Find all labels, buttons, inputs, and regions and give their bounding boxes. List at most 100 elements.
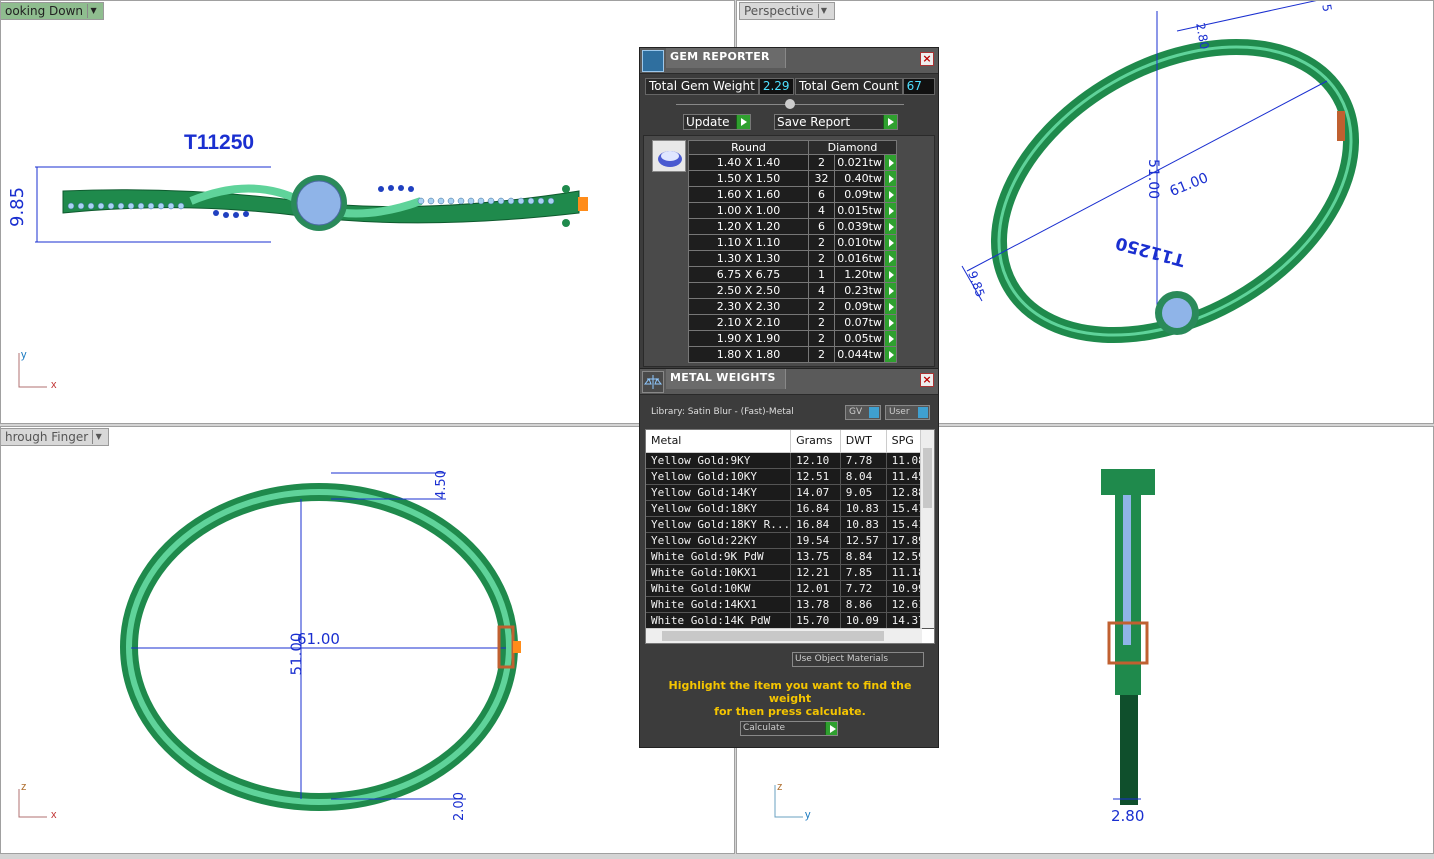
play-icon[interactable]	[884, 282, 897, 299]
save-report-button[interactable]: Save Report	[774, 114, 898, 130]
gem-row[interactable]: 1.60 X 1.60 6 0.09tw	[688, 186, 897, 203]
gem-row[interactable]: 2.10 X 2.10 2 0.07tw	[688, 314, 897, 331]
metal-row[interactable]: White Gold:14KX1 13.78 8.86 12.61	[646, 596, 934, 613]
play-icon[interactable]	[884, 250, 897, 267]
metal-name: White Gold:10KW	[646, 580, 792, 597]
axis-x-label: x	[51, 809, 57, 821]
metal-name: Yellow Gold:10KY	[646, 468, 792, 485]
gem-size: 1.10 X 1.10	[688, 234, 809, 251]
gem-row[interactable]: 1.50 X 1.50 32 0.40tw	[688, 170, 897, 187]
slider-handle[interactable]	[785, 99, 795, 109]
gem-count: 4	[808, 202, 835, 219]
play-icon[interactable]	[884, 186, 897, 203]
metal-dwt: 10.09	[840, 612, 887, 629]
gem-row[interactable]: 1.30 X 1.30 2 0.016tw	[688, 250, 897, 267]
metal-name: Yellow Gold:22KY	[646, 532, 792, 549]
metal-row[interactable]: White Gold:10KW 12.01 7.72 10.99	[646, 580, 934, 597]
axis-z-label: z	[21, 781, 27, 793]
gem-row[interactable]: 1.80 X 1.80 2 0.044tw	[688, 346, 897, 363]
metal-dwt: 8.86	[840, 596, 887, 613]
gem-count: 2	[808, 346, 835, 363]
gem-row[interactable]: 1.10 X 1.10 2 0.010tw	[688, 234, 897, 251]
metal-grams: 13.78	[790, 596, 841, 613]
column-header-metal[interactable]: Metal	[646, 430, 792, 453]
metal-row[interactable]: Yellow Gold:18KY 16.84 10.83 15.41	[646, 500, 934, 517]
metal-row[interactable]: Yellow Gold:22KY 19.54 12.57 17.89	[646, 532, 934, 549]
column-header-grams[interactable]: Grams	[790, 430, 841, 453]
play-icon[interactable]	[884, 330, 897, 347]
user-toggle[interactable]: User	[885, 405, 930, 420]
metal-weights-header[interactable]: METAL WEIGHTS ×	[640, 369, 938, 395]
gem-weight: 0.039tw	[834, 218, 885, 235]
play-icon[interactable]	[884, 266, 897, 283]
dimension-bottom: 2.00	[451, 792, 467, 821]
metal-dwt: 7.78	[840, 452, 887, 469]
update-button[interactable]: Update	[683, 114, 751, 130]
close-icon[interactable]: ×	[920, 373, 934, 387]
calculate-label: Calculate	[743, 723, 786, 733]
play-icon[interactable]	[884, 154, 897, 171]
gem-row[interactable]: 2.50 X 2.50 4 0.23tw	[688, 282, 897, 299]
gem-size: 2.30 X 2.30	[688, 298, 809, 315]
play-icon[interactable]	[884, 298, 897, 315]
gem-size: 1.00 X 1.00	[688, 202, 809, 219]
play-icon[interactable]	[884, 234, 897, 251]
gem-count: 2	[808, 154, 835, 171]
play-icon	[825, 722, 837, 735]
metal-row[interactable]: White Gold:10KX1 12.21 7.85 11.18	[646, 564, 934, 581]
play-icon[interactable]	[884, 202, 897, 219]
horizontal-scrollbar[interactable]	[646, 628, 922, 643]
gem-count: 6	[808, 218, 835, 235]
play-icon[interactable]	[884, 170, 897, 187]
gem-count: 6	[808, 186, 835, 203]
axis-y-label: y	[21, 349, 27, 361]
round-gem-icon[interactable]	[652, 140, 686, 172]
scroll-thumb[interactable]	[923, 448, 932, 508]
gem-weight: 0.09tw	[834, 298, 885, 315]
play-icon[interactable]	[884, 314, 897, 331]
metal-row[interactable]: White Gold:14K PdW 15.70 10.09 14.37	[646, 612, 934, 629]
play-icon[interactable]	[884, 346, 897, 363]
metal-grams: 12.10	[790, 452, 841, 469]
close-icon[interactable]: ×	[920, 52, 934, 66]
metal-table-container[interactable]: Metal Grams DWT SPG Yellow Gold:9KY 12.10…	[645, 429, 935, 644]
metal-dwt: 9.05	[840, 484, 887, 501]
gem-size: 1.90 X 1.90	[688, 330, 809, 347]
metal-table: Metal Grams DWT SPG Yellow Gold:9KY 12.10…	[646, 430, 934, 629]
gem-row[interactable]: 2.30 X 2.30 2 0.09tw	[688, 298, 897, 315]
gv-toggle[interactable]: GV	[845, 405, 881, 420]
metal-row[interactable]: Yellow Gold:14KY 14.07 9.05 12.88	[646, 484, 934, 501]
metal-weights-panel: METAL WEIGHTS × Library: Satin Blur - (F…	[639, 368, 939, 748]
viewport-through-finger[interactable]: hrough Finger ▼ 61.00 51.00 4.50 2.00 z …	[0, 426, 735, 854]
gem-size: 1.30 X 1.30	[688, 250, 809, 267]
viewport-looking-down[interactable]: ooking Down ▼ T11250 9.85 y x	[0, 0, 735, 424]
gem-row[interactable]: 1.40 X 1.40 2 0.021tw	[688, 154, 897, 171]
scroll-thumb[interactable]	[662, 631, 884, 641]
gem-reporter-header[interactable]: GEM REPORTER ×	[640, 48, 938, 74]
gem-row[interactable]: 1.00 X 1.00 4 0.015tw	[688, 202, 897, 219]
gem-row[interactable]: 1.90 X 1.90 2 0.05tw	[688, 330, 897, 347]
gem-weight: 0.016tw	[834, 250, 885, 267]
gem-size: 1.40 X 1.40	[688, 154, 809, 171]
metal-grams: 13.75	[790, 548, 841, 565]
calculate-button[interactable]: Calculate	[740, 721, 838, 736]
gem-row[interactable]: 1.20 X 1.20 6 0.039tw	[688, 218, 897, 235]
metal-grams: 15.70	[790, 612, 841, 629]
metal-name: Yellow Gold:18KY R...	[646, 516, 792, 533]
metal-row[interactable]: Yellow Gold:18KY R... 16.84 10.83 15.41	[646, 516, 934, 533]
column-header-dwt[interactable]: DWT	[840, 430, 887, 453]
metal-row[interactable]: White Gold:9K PdW 13.75 8.84 12.59	[646, 548, 934, 565]
vertical-scrollbar[interactable]	[920, 430, 934, 628]
instruction-text: Highlight the item you want to find the …	[650, 679, 930, 718]
use-object-materials-toggle[interactable]: Use Object Materials	[792, 652, 924, 667]
gem-count: 2	[808, 298, 835, 315]
metal-row[interactable]: Yellow Gold:9KY 12.10 7.78 11.08	[646, 452, 934, 469]
metal-grams: 12.51	[790, 468, 841, 485]
play-icon[interactable]	[884, 218, 897, 235]
metal-dwt: 10.83	[840, 500, 887, 517]
gem-weight: 0.015tw	[834, 202, 885, 219]
metal-row[interactable]: Yellow Gold:10KY 12.51 8.04 11.45	[646, 468, 934, 485]
gem-count: 2	[808, 314, 835, 331]
gem-weight: 0.021tw	[834, 154, 885, 171]
gem-row[interactable]: 6.75 X 6.75 1 1.20tw	[688, 266, 897, 283]
